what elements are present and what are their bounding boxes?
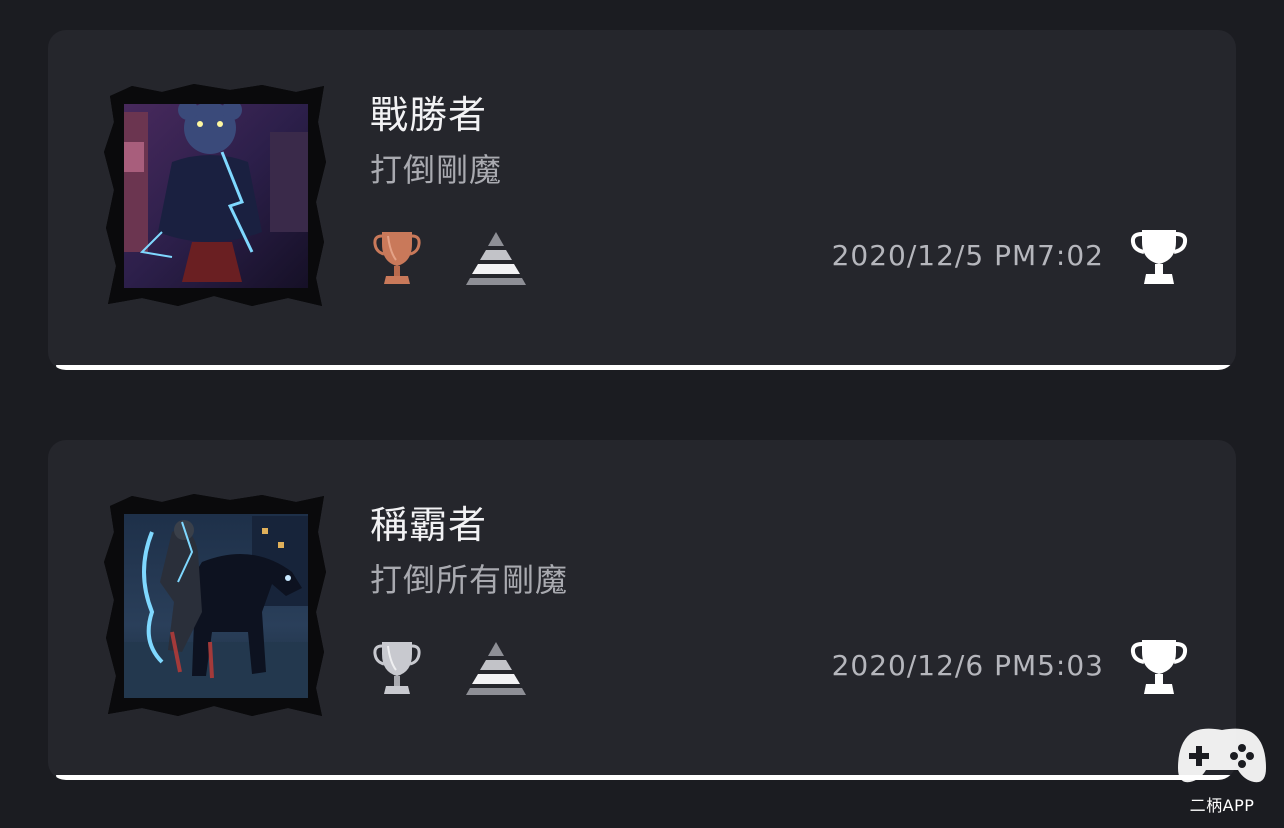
trophy-earned-icon (1130, 228, 1188, 286)
trophy-description: 打倒所有剛魔 (370, 561, 569, 599)
watermark: 二柄APP (1174, 724, 1270, 815)
rarity-icon (464, 640, 528, 696)
watermark-label: 二柄APP (1189, 796, 1255, 815)
trophy-card[interactable]: 稱霸者 打倒所有剛魔 2020/12/6 PM5:03 (48, 440, 1236, 780)
earned-timestamp: 2020/12/5 PM7:02 (831, 239, 1104, 272)
trophy-description: 打倒剛魔 (370, 151, 503, 189)
silver-trophy-icon (372, 638, 422, 700)
trophy-image (102, 82, 330, 310)
trophy-card[interactable]: 戰勝者 打倒剛魔 2020/12/5 PM7:02 (48, 30, 1236, 370)
earned-timestamp: 2020/12/6 PM5:03 (831, 649, 1104, 682)
rarity-icon (464, 230, 528, 286)
gamepad-icon (1178, 728, 1266, 783)
bronze-trophy-icon (372, 228, 422, 290)
trophy-image (102, 492, 330, 720)
trophy-name: 戰勝者 (370, 93, 488, 137)
trophy-name: 稱霸者 (370, 503, 488, 547)
trophy-earned-icon (1130, 638, 1188, 696)
